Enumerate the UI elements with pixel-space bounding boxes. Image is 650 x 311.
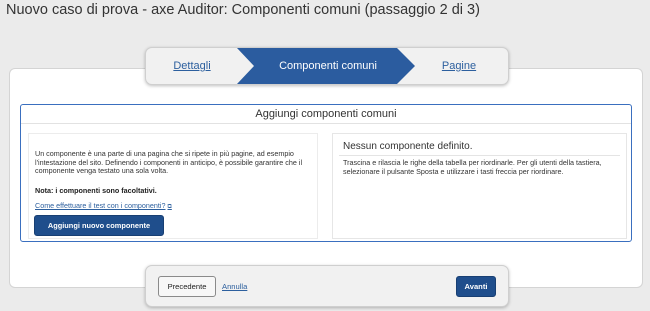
reorder-instructions: Trascina e rilascia le righe della tabel… — [343, 158, 602, 176]
common-components-panel: Aggiungi componenti comuni Un componente… — [20, 104, 632, 242]
page-title: Nuovo caso di prova - axe Auditor: Compo… — [6, 2, 480, 18]
components-optional-note: Nota: i componenti sono facoltativi. — [35, 186, 157, 195]
cancel-link[interactable]: Annulla — [222, 282, 247, 291]
step-pagine-link[interactable]: Pagine — [408, 48, 508, 84]
components-list-column: Nessun componente definito. Trascina e r… — [332, 133, 627, 239]
external-link-icon: ⧉ — [167, 204, 172, 210]
previous-button[interactable]: Precedente — [158, 276, 216, 297]
how-to-test-components-link[interactable]: Come effettuare il test con i componenti… — [35, 201, 172, 211]
how-to-test-components-label: Come effettuare il test con i componenti… — [35, 201, 166, 210]
wizard-footer: Precedente Annulla Avanti — [145, 265, 509, 307]
step-componenti-comuni-label: Componenti comuni — [279, 60, 377, 72]
wizard-stepper: Dettagli Componenti comuni Pagine — [145, 47, 509, 85]
panel-title: Aggiungi componenti comuni — [21, 106, 631, 124]
no-components-heading: Nessun componente definito. — [343, 141, 473, 152]
add-new-component-button[interactable]: Aggiungi nuovo componente — [34, 215, 164, 236]
next-button[interactable]: Avanti — [456, 276, 496, 297]
components-description: Un componente è una parte di una pagina … — [35, 149, 303, 176]
divider — [339, 155, 620, 156]
step-dettagli-link[interactable]: Dettagli — [146, 48, 238, 84]
components-info-column: Un componente è una parte di una pagina … — [28, 133, 318, 239]
step-componenti-comuni-active: Componenti comuni — [237, 48, 419, 84]
